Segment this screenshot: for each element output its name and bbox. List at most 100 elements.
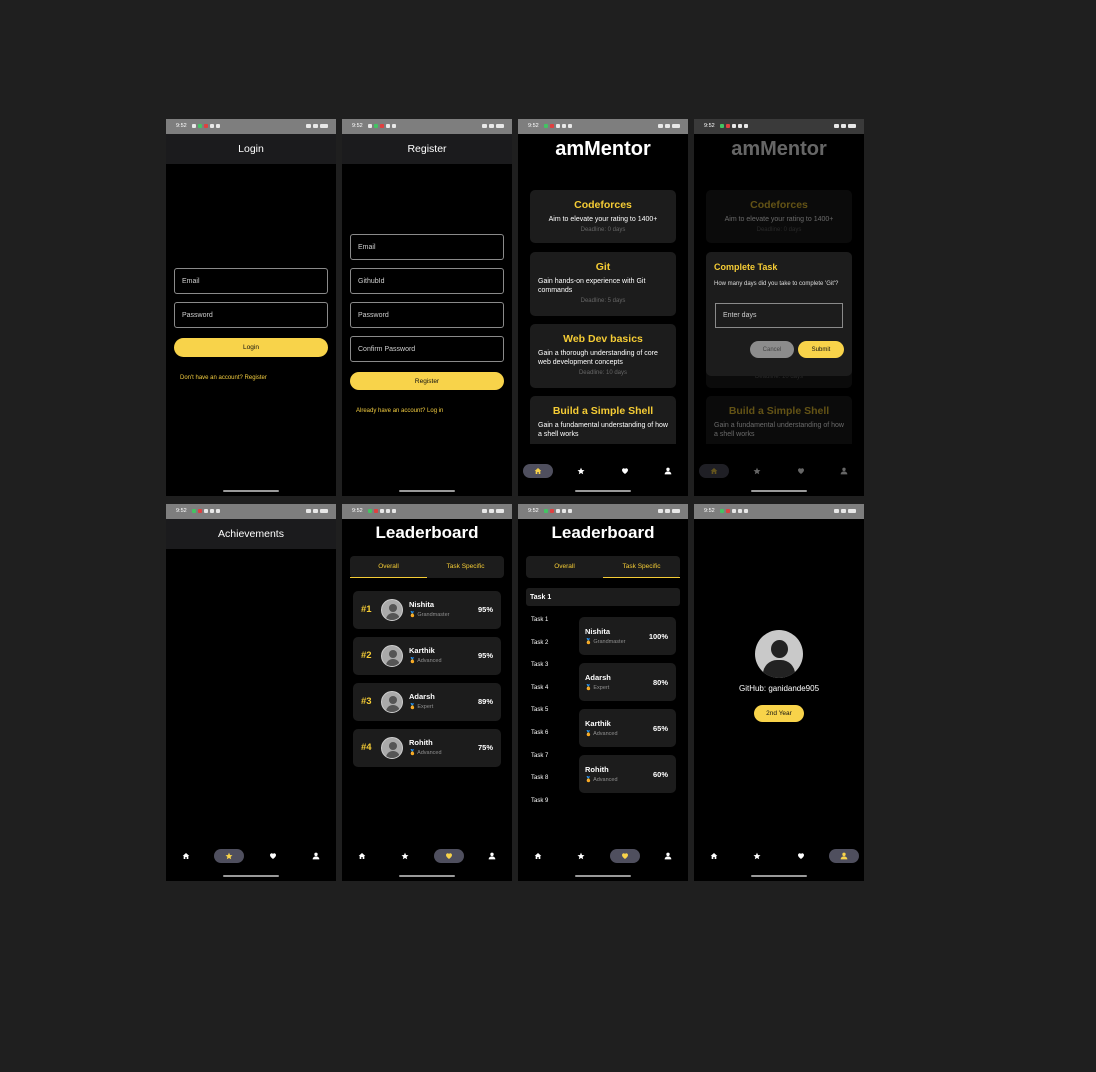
user-name: Adarsh [585,673,611,682]
nav-leaderboard[interactable] [610,464,640,478]
nav-leaderboard[interactable] [434,849,464,863]
task-option[interactable]: Task 8 [531,775,548,798]
leaderboard-row[interactable]: Rohith 🏅 Advanced 60% [579,755,676,793]
leaderboard-row[interactable]: Adarsh 🏅 Expert 80% [579,663,676,701]
leaderboard-row[interactable]: #3 Adarsh 🏅 Expert 89% [353,683,501,721]
task-option[interactable]: Task 6 [531,730,548,753]
tab-task-specific[interactable]: Task Specific [427,556,504,578]
task-dropdown[interactable]: Task 1 [526,588,680,606]
notification-icons [368,124,396,129]
nav-profile[interactable] [653,464,683,478]
nav-leaderboard[interactable] [258,849,288,863]
task-card: Codeforces Aim to elevate your rating to… [706,190,852,243]
days-input[interactable]: Enter days [715,303,843,328]
dialog-title: Complete Task [714,262,778,272]
nav-profile[interactable] [477,849,507,863]
nav-profile[interactable] [829,464,859,478]
task-option[interactable]: Task 3 [531,662,548,685]
githubid-field[interactable]: GithubId [350,268,504,294]
task-card[interactable]: Build a Simple Shell Gain a fundamental … [530,396,676,444]
task-title: Codeforces [574,199,632,211]
register-screen: 9:52 Register Email GithubId Password Co… [342,119,512,496]
achievements-screen: 9:52 Achievements [166,504,336,881]
score: 89% [477,697,493,706]
leaderboard-row[interactable]: #2 Karthik 🏅 Advanced 95% [353,637,501,675]
score: 95% [477,651,493,660]
gesture-bar [575,875,631,877]
nav-home[interactable] [523,464,553,478]
task-card[interactable]: Git Gain hands-on experience with Git co… [530,252,676,316]
notification-icons [544,124,572,129]
register-link[interactable]: Don't have an account? Register [180,375,267,381]
system-icons [658,124,680,128]
leaderboard-row[interactable]: #1 Nishita 🏅 Grandmaster 95% [353,591,501,629]
nav-leaderboard[interactable] [610,849,640,863]
password-field[interactable]: Password [350,302,504,328]
page-title: Login [166,134,336,164]
app-title: amMentor [555,138,651,160]
star-icon [577,467,585,475]
notification-icons [192,509,220,514]
nav-profile[interactable] [301,849,331,863]
star-icon [401,852,409,860]
avatar [381,599,403,621]
submit-button[interactable]: Submit [798,341,844,358]
task-option[interactable]: Task 5 [531,707,548,730]
nav-profile[interactable] [829,849,859,863]
nav-achievements[interactable] [742,464,772,478]
user-level: 🏅 Advanced [585,777,618,783]
user-name: Nishita [409,600,435,609]
task-card[interactable]: Codeforces Aim to elevate your rating to… [530,190,676,243]
task-option[interactable]: Task 7 [531,753,548,776]
nav-home[interactable] [699,464,729,478]
nav-achievements[interactable] [390,849,420,863]
login-link[interactable]: Already have an account? Log in [356,408,443,414]
nav-leaderboard[interactable] [786,464,816,478]
leaderboard-row[interactable]: Nishita 🏅 Grandmaster 100% [579,617,676,655]
nav-home[interactable] [523,849,553,863]
nav-achievements[interactable] [214,849,244,863]
home-icon [710,467,718,475]
system-icons [306,509,328,513]
password-field[interactable]: Password [174,302,328,328]
heart-icon [621,467,629,475]
nav-home[interactable] [171,849,201,863]
gesture-bar [575,490,631,492]
register-button[interactable]: Register [350,372,504,390]
tab-overall[interactable]: Overall [526,556,603,578]
bottom-nav [694,849,864,869]
star-icon [753,852,761,860]
task-card[interactable]: Web Dev basics Gain a thorough understan… [530,324,676,388]
task-option[interactable]: Task 2 [531,640,548,663]
cancel-button[interactable]: Cancel [750,341,794,358]
leaderboard-row[interactable]: Karthik 🏅 Advanced 65% [579,709,676,747]
task-option[interactable]: Task 9 [531,798,548,821]
confirm-password-field[interactable]: Confirm Password [350,336,504,362]
nav-achievements[interactable] [742,849,772,863]
gesture-bar [399,490,455,492]
task-option[interactable]: Task 1 [531,617,548,640]
nav-leaderboard[interactable] [786,849,816,863]
email-field[interactable]: Email [350,234,504,260]
avatar [381,691,403,713]
nav-home[interactable] [347,849,377,863]
year-badge[interactable]: 2nd Year [754,705,804,722]
score: 75% [477,743,493,752]
tab-task-specific[interactable]: Task Specific [603,556,680,578]
leaderboard-overall-screen: 9:52 Leaderboard Overall Task Specific #… [342,504,512,881]
tab-overall[interactable]: Overall [350,556,427,578]
nav-achievements[interactable] [566,849,596,863]
nav-achievements[interactable] [566,464,596,478]
email-field[interactable]: Email [174,268,328,294]
rank: #2 [361,650,372,661]
task-option[interactable]: Task 4 [531,685,548,708]
user-name: Rohith [585,765,609,774]
rank: #4 [361,742,372,753]
nav-home[interactable] [699,849,729,863]
login-button[interactable]: Login [174,338,328,357]
task-card: Build a Simple Shell Gain a fundamental … [706,396,852,444]
star-icon [577,852,585,860]
nav-profile[interactable] [653,849,683,863]
leaderboard-row[interactable]: #4 Rohith 🏅 Advanced 75% [353,729,501,767]
task-title: Git [595,261,611,273]
